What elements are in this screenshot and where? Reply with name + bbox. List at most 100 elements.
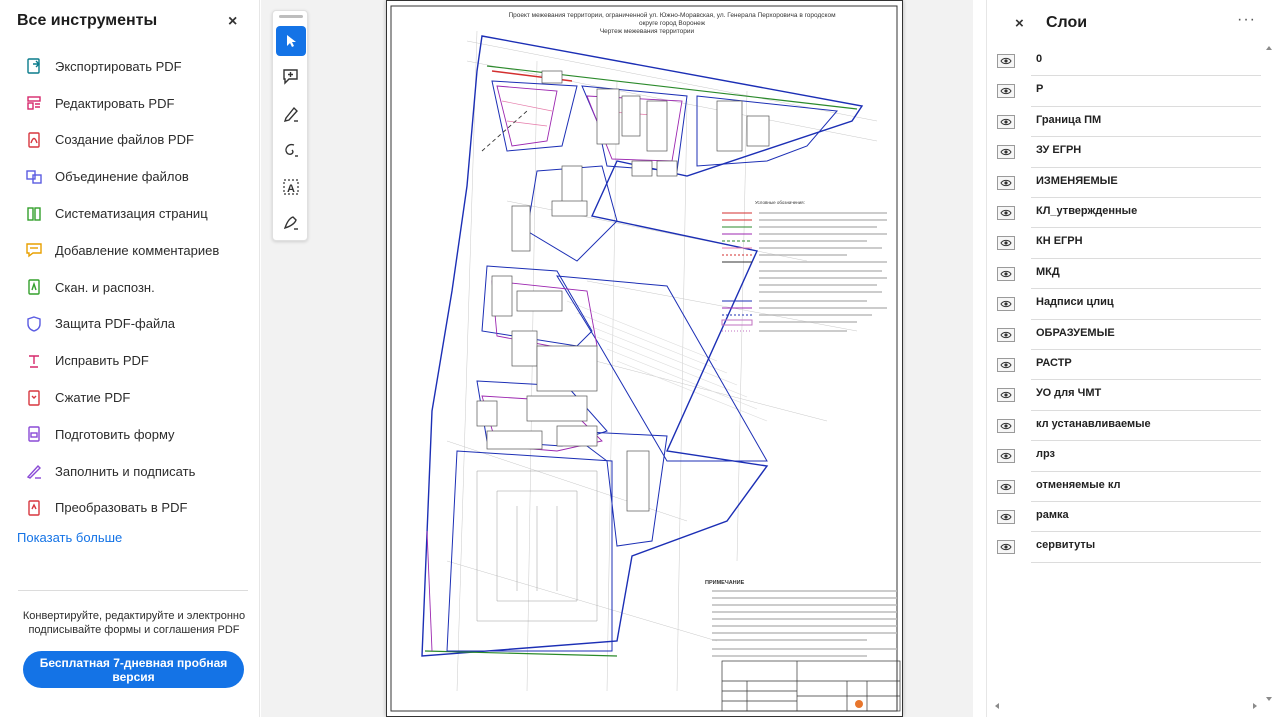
layer-row: МКД <box>987 259 1261 290</box>
protect-pdf-icon <box>25 315 43 333</box>
layer-name: лрз <box>1036 448 1056 461</box>
eye-icon[interactable] <box>997 327 1015 342</box>
divider <box>18 590 248 591</box>
tool-label: Подготовить форму <box>55 426 175 442</box>
eye-icon[interactable] <box>997 297 1015 312</box>
tool-item[interactable]: Исправить PDF <box>0 342 260 379</box>
layer-name: 0 <box>1036 53 1043 65</box>
tool-item[interactable]: Экспортировать PDF <box>0 48 260 85</box>
pdf-page[interactable]: Проект межевания территории, ограниченно… <box>386 0 903 717</box>
redact-pdf-icon <box>25 352 43 370</box>
highlight-button[interactable] <box>276 99 306 129</box>
layer-name: КН ЕГРН <box>1036 235 1083 248</box>
promo-text: Конвертируйте, редактируйте и электронно… <box>22 610 246 636</box>
sign-icon <box>283 216 298 230</box>
layer-row: РАСТР <box>987 350 1261 381</box>
tool-item[interactable]: Заполнить и подписать <box>0 453 260 490</box>
layer-row: Граница ПМ <box>987 107 1261 138</box>
layer-row: кл устанавливаемые <box>987 411 1261 442</box>
drawing-title-line3: Чертеж межевания территории <box>600 28 695 35</box>
sign-button[interactable] <box>276 208 306 238</box>
tool-item[interactable]: Скан. и распозн. <box>0 269 260 306</box>
eye-icon[interactable] <box>997 358 1015 372</box>
show-more-link[interactable]: Показать больше <box>17 530 122 545</box>
layer-name: КЛ_утвержденные <box>1036 205 1138 217</box>
free-trial-button[interactable]: Бесплатная 7-дневная пробная версия <box>23 651 244 688</box>
text-select-button[interactable]: A <box>276 172 306 202</box>
map-legend: Условные обозначения: <box>721 200 887 332</box>
comment-plus-icon <box>283 69 298 85</box>
tools-panel: Все инструменты × Экспортировать PDF Реда… <box>0 0 260 717</box>
text-box-icon: A <box>283 179 299 195</box>
tool-label: Сжатие PDF <box>55 390 131 406</box>
layer-row: ЗУ ЕГРН <box>987 137 1261 168</box>
layers-vertical-scrollbar[interactable] <box>1264 46 1274 701</box>
tool-label: Защита PDF-файла <box>55 316 176 332</box>
layers-list: 0 Р Граница ПМ ЗУ ЕГРН ИЗМЕНЯЕМЫЕ КЛ_утвержде… <box>987 46 1261 701</box>
eye-icon[interactable] <box>997 479 1015 494</box>
layers-horizontal-scrollbar[interactable] <box>991 700 1261 712</box>
eye-icon[interactable] <box>997 236 1015 251</box>
prepare-form-icon <box>25 425 43 443</box>
eye-icon[interactable] <box>997 266 1015 281</box>
add-comment-button[interactable] <box>276 62 306 92</box>
select-tool-button[interactable] <box>276 26 306 56</box>
tool-item[interactable]: Объединение файлов <box>0 158 260 195</box>
layer-row: отменяемые кл <box>987 472 1261 502</box>
layers-options-button[interactable]: ··· <box>1237 11 1256 29</box>
eye-icon[interactable] <box>997 114 1015 129</box>
combine-files-icon <box>25 168 43 186</box>
eye-icon[interactable] <box>997 175 1015 190</box>
organize-pages-icon <box>25 205 43 223</box>
eye-icon[interactable] <box>997 388 1015 403</box>
layer-row: УО для ЧМТ <box>987 380 1261 411</box>
draw-button[interactable] <box>276 135 306 165</box>
eye-icon[interactable] <box>997 145 1015 160</box>
eye-icon[interactable] <box>997 540 1015 555</box>
tool-item[interactable]: Систематизация страниц <box>0 195 260 232</box>
note-heading: ПРИМЕЧАНИЕ <box>705 580 745 586</box>
layer-name: кл устанавливаемые <box>1036 417 1151 430</box>
layer-name: ОБРАЗУЕМЫЕ <box>1036 326 1115 339</box>
eye-icon[interactable] <box>997 54 1015 68</box>
close-tools-panel-button[interactable]: × <box>228 13 237 31</box>
eye-icon[interactable] <box>997 510 1015 524</box>
eye-icon[interactable] <box>997 449 1015 464</box>
eye-icon[interactable] <box>997 206 1015 220</box>
eye-icon[interactable] <box>997 418 1015 433</box>
layer-row: сервитуты <box>987 532 1261 563</box>
tool-item[interactable]: Редактировать PDF <box>0 85 260 122</box>
tool-item[interactable]: Создание файлов PDF <box>0 122 260 159</box>
layer-name: ИЗМЕНЯЕМЫЕ <box>1036 174 1118 187</box>
tool-label: Исправить PDF <box>55 353 149 369</box>
tool-label: Скан. и распозн. <box>55 279 155 295</box>
layer-row: 0 <box>987 46 1261 77</box>
drawing-title-line1: Проект межевания территории, ограниченно… <box>508 11 836 19</box>
title-block <box>721 660 901 712</box>
scan-ocr-icon <box>25 278 43 296</box>
layer-name: сервитуты <box>1036 539 1096 552</box>
tool-item[interactable]: Преобразовать в PDF <box>0 490 260 527</box>
tool-item[interactable]: Сжатие PDF <box>0 379 260 416</box>
layer-row: КН ЕГРН <box>987 228 1261 259</box>
layer-name: УО для ЧМТ <box>1036 387 1102 400</box>
tools-list: Экспортировать PDF Редактировать PDF Созда… <box>0 48 260 526</box>
tool-item[interactable]: Добавление комментариев <box>0 232 260 269</box>
layers-panel-title: Слои <box>1046 14 1088 31</box>
eye-icon[interactable] <box>997 84 1015 99</box>
tool-label: Заполнить и подписать <box>55 463 196 479</box>
create-pdf-icon <box>25 131 43 149</box>
tool-item[interactable]: Подготовить форму <box>0 416 260 453</box>
layer-row: рамка <box>987 502 1261 533</box>
quick-tools-toolbar: A <box>272 10 308 241</box>
toolbar-grip[interactable] <box>279 15 303 18</box>
svg-text:A: A <box>287 183 295 195</box>
tool-label: Создание файлов PDF <box>55 132 194 148</box>
tool-label: Добавление комментариев <box>55 242 220 258</box>
pen-icon <box>283 106 298 122</box>
close-layers-panel-button[interactable]: × <box>1015 15 1024 32</box>
cadastral-plan-drawing: Проект межевания территории, ограниченно… <box>390 5 901 712</box>
layer-name: Надписи цлиц <box>1036 296 1114 309</box>
tool-item[interactable]: Защита PDF-файла <box>0 306 260 343</box>
fill-sign-icon <box>25 462 43 480</box>
